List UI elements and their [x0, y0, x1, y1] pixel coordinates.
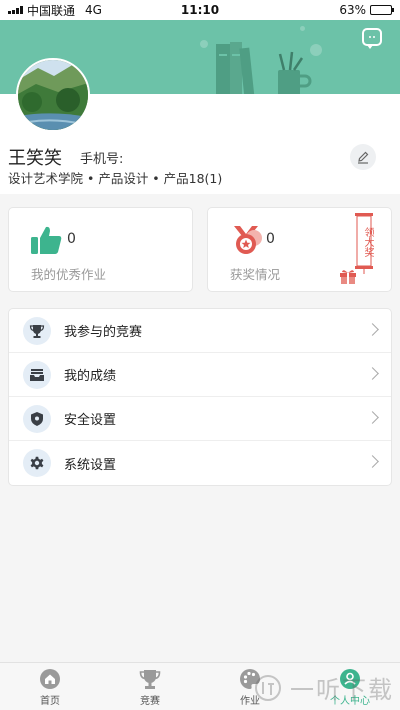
person-icon [340, 669, 360, 689]
works-label: 我的优秀作业 [31, 267, 107, 282]
pencil-icon [358, 151, 369, 164]
network-type: 4G [85, 3, 102, 17]
status-left: 中国联通 4G [8, 2, 102, 19]
claim-prize-text: 领大奖 [362, 227, 373, 257]
gift-icon [340, 270, 356, 284]
tab-profile[interactable]: 个人中心 [300, 663, 400, 710]
chevron-right-icon [366, 455, 379, 468]
tab-label: 竞赛 [140, 696, 160, 707]
menu-label: 我参与的竞赛 [64, 325, 143, 340]
palette-icon [240, 669, 260, 689]
tab-label: 作业 [240, 696, 260, 707]
menu-item-grades[interactable]: 我的成绩 [9, 353, 391, 397]
menu-item-competitions[interactable]: 我参与的竞赛 [9, 309, 391, 353]
menu-item-security[interactable]: 安全设置 [9, 397, 391, 441]
excellent-works-card[interactable]: 0 我的优秀作业 [8, 207, 193, 292]
trophy-icon [139, 670, 161, 689]
status-right: 63% [339, 3, 394, 17]
avatar[interactable] [16, 58, 90, 132]
chevron-right-icon [366, 323, 379, 336]
tab-homework[interactable]: 作业 [200, 663, 300, 710]
books-illustration [216, 42, 312, 94]
menu-label: 系统设置 [64, 457, 117, 473]
awards-label: 获奖情况 [230, 267, 281, 282]
menu-item-system-settings[interactable]: 系统设置 [9, 441, 391, 485]
signal-icon [8, 6, 23, 14]
user-name: 王笑笑 [8, 148, 62, 169]
medal-icon [234, 226, 262, 254]
school-info: 设计艺术学院 • 产品设计 • 产品18(1) [8, 171, 223, 186]
bottom-tab-bar: 首页 竞赛 作业 个人中心 [0, 662, 400, 710]
inbox-icon [23, 360, 51, 389]
carrier-name: 中国联通 [27, 3, 76, 18]
chevron-right-icon [366, 367, 379, 380]
decor-dot [300, 26, 305, 31]
gear-icon [23, 449, 51, 477]
tab-label: 首页 [40, 696, 60, 707]
tab-competitions[interactable]: 竞赛 [100, 663, 200, 710]
tab-label: 个人中心 [330, 696, 370, 707]
home-icon [40, 669, 60, 689]
menu-list: 我参与的竞赛 我的成绩 安全设置 系统设置 [8, 308, 392, 486]
battery-icon [370, 5, 394, 15]
chevron-right-icon [366, 411, 379, 424]
tab-home[interactable]: 首页 [0, 663, 100, 710]
message-button[interactable] [362, 28, 382, 49]
thumbs-up-icon [31, 226, 62, 254]
awards-count: 0 [266, 231, 275, 247]
menu-label: 我的成绩 [64, 369, 117, 384]
edit-profile-button[interactable] [350, 144, 376, 170]
battery-percent: 63% [339, 3, 366, 17]
decor-dot [200, 40, 208, 48]
works-count: 0 [67, 231, 76, 247]
menu-label: 安全设置 [64, 413, 117, 428]
shield-icon [23, 404, 51, 433]
trophy-icon [23, 316, 51, 345]
status-bar: 中国联通 4G 11:10 63% [0, 0, 400, 20]
phone-label: 手机号: [80, 152, 124, 167]
awards-card[interactable]: 0 获奖情况 领大奖 [207, 207, 392, 292]
